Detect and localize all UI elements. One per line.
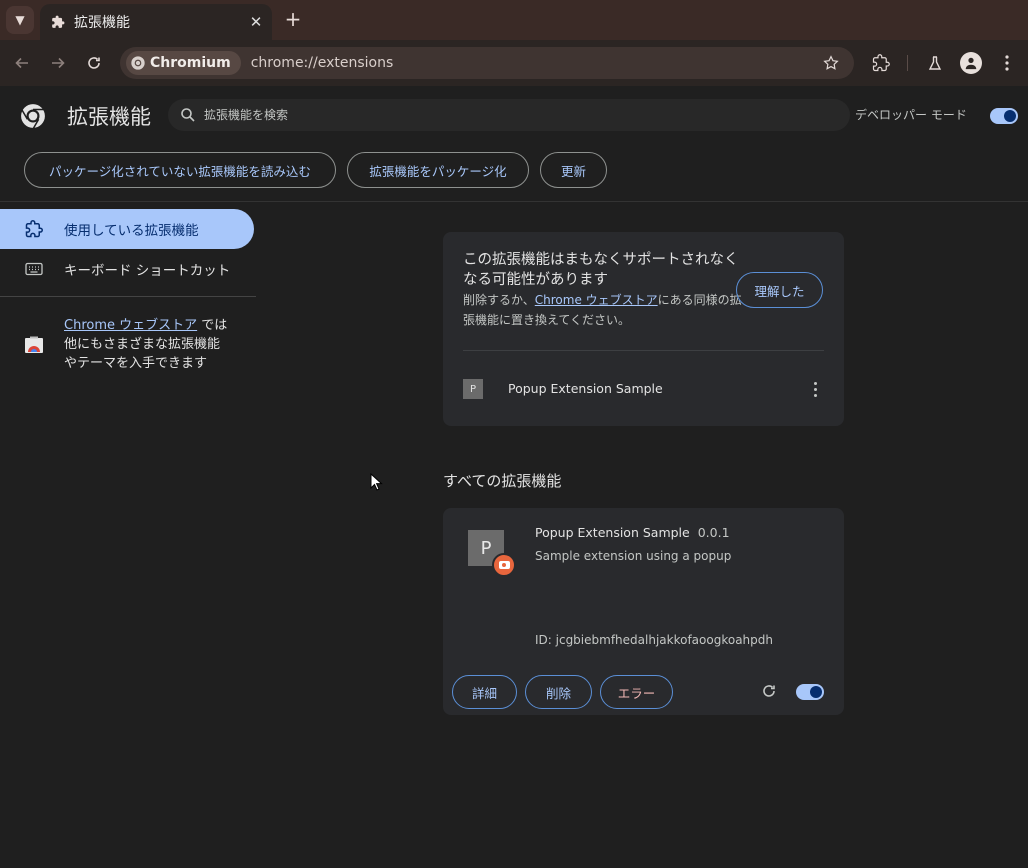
back-button[interactable] (8, 49, 36, 77)
extension-title: Popup Extension Sample 0.0.1 (535, 525, 730, 540)
extensions-header: 拡張機能 デベロッパー モード (0, 86, 1028, 144)
toggle-knob (1004, 110, 1016, 122)
web-store-link[interactable]: Chrome ウェブストア (535, 293, 658, 307)
developer-mode-label: デベロッパー モード (855, 108, 967, 122)
puzzle-piece-icon (872, 54, 890, 72)
details-button[interactable]: 詳細 (452, 675, 517, 709)
all-extensions-heading: すべての拡張機能 (443, 472, 562, 490)
extension-enable-toggle[interactable] (796, 684, 824, 700)
flask-icon (928, 56, 942, 70)
warning-desc-prefix: 削除するか、 (463, 293, 535, 307)
search-icon (181, 108, 195, 122)
card-divider (463, 350, 824, 351)
extensions-page: 拡張機能 デベロッパー モード パッケージ化されていない拡張機能を読み込む 拡張… (0, 86, 1028, 868)
url-text[interactable]: chrome://extensions (251, 55, 394, 71)
extension-description: Sample extension using a popup (535, 549, 732, 563)
chevron-down-icon: ▼ (15, 13, 25, 27)
arrow-right-icon (52, 57, 65, 69)
site-info-chip[interactable]: Chromium (126, 51, 241, 75)
load-unpacked-button[interactable]: パッケージ化されていない拡張機能を読み込む (24, 152, 336, 188)
warning-description: 削除するか、Chrome ウェブストアにある同様の拡張機能に置き換えてください。 (463, 290, 743, 330)
extension-icon-placeholder: P (463, 379, 483, 399)
close-icon[interactable]: ✕ (246, 12, 266, 32)
page-title: 拡張機能 (67, 105, 151, 129)
update-button[interactable]: 更新 (540, 152, 607, 188)
active-tab[interactable]: 拡張機能 ✕ (40, 4, 272, 40)
web-store-text: Chrome ウェブストア では 他にもさまざまな拡張機能 やテーマを入手できま… (64, 316, 254, 373)
sidebar-item-label: キーボード ショートカット (64, 263, 231, 279)
reload-icon (88, 57, 100, 69)
more-vert-icon (1005, 55, 1009, 71)
browser-menu-button[interactable] (996, 52, 1018, 74)
chrome-logo-icon (21, 104, 45, 129)
sidebar-item-my-extensions[interactable]: 使用している拡張機能 (0, 209, 254, 249)
keyboard-icon (24, 259, 44, 279)
labs-button[interactable] (924, 52, 946, 74)
developer-mode-toggle[interactable] (990, 108, 1018, 124)
web-store-text-line2: 他にもさまざまな拡張機能 (64, 337, 221, 352)
deprecation-warning-card: この拡張機能はまもなくサポートされなくなる可能性があります 削除するか、Chro… (443, 232, 844, 426)
search-box[interactable] (168, 99, 850, 131)
warning-extension-name: Popup Extension Sample (508, 381, 663, 396)
tab-search-button[interactable]: ▼ (6, 6, 34, 34)
person-icon (965, 57, 977, 70)
popup-badge-icon (492, 553, 516, 577)
extension-id: ID: jcgbiebmfhedalhjakkofaoogkoahpdh (535, 633, 773, 647)
sidebar-item-keyboard-shortcuts[interactable]: キーボード ショートカット (0, 249, 254, 289)
extension-name: Popup Extension Sample (535, 525, 690, 540)
sidebar-divider (0, 296, 256, 297)
warning-title: この拡張機能はまもなくサポートされなくなる可能性があります (463, 252, 739, 288)
sidebar-item-label: 使用している拡張機能 (64, 223, 199, 239)
puzzle-piece-icon (50, 14, 66, 30)
web-store-icon (25, 336, 43, 353)
web-store-text-line3: やテーマを入手できます (64, 356, 208, 371)
omnibox[interactable]: Chromium chrome://extensions (120, 47, 854, 79)
pack-extension-button[interactable]: 拡張機能をパッケージ化 (347, 152, 529, 188)
toggle-knob (810, 686, 822, 698)
site-chip-label: Chromium (150, 55, 231, 71)
extension-card: P Popup Extension Sample 0.0.1 Sample ext… (443, 508, 844, 715)
web-store-link[interactable]: Chrome ウェブストア (64, 318, 197, 333)
remove-button[interactable]: 削除 (525, 675, 592, 709)
toolbar-divider (907, 55, 908, 71)
acknowledge-button[interactable]: 理解した (736, 272, 823, 308)
extension-icon (24, 219, 44, 239)
web-store-text-suffix: では (197, 318, 228, 333)
chromium-icon (131, 56, 145, 70)
reload-icon[interactable] (761, 683, 777, 699)
new-tab-button[interactable]: + (282, 8, 304, 32)
extension-version: 0.0.1 (697, 525, 730, 540)
search-input[interactable] (204, 108, 804, 122)
tab-strip: ▼ 拡張機能 ✕ + (0, 0, 1028, 40)
bookmark-star-icon[interactable] (822, 54, 840, 72)
reload-button[interactable] (80, 49, 108, 77)
more-vert-icon[interactable] (807, 379, 823, 399)
errors-button[interactable]: エラー (600, 675, 673, 709)
mouse-cursor-icon (370, 473, 383, 491)
developer-actions: パッケージ化されていない拡張機能を読み込む 拡張機能をパッケージ化 更新 (0, 144, 1028, 202)
forward-button[interactable] (44, 49, 72, 77)
arrow-left-icon (15, 57, 28, 69)
tab-title: 拡張機能 (74, 15, 130, 31)
browser-toolbar: Chromium chrome://extensions (0, 40, 1028, 86)
profile-avatar[interactable] (960, 52, 982, 74)
extensions-menu-button[interactable] (870, 52, 892, 74)
